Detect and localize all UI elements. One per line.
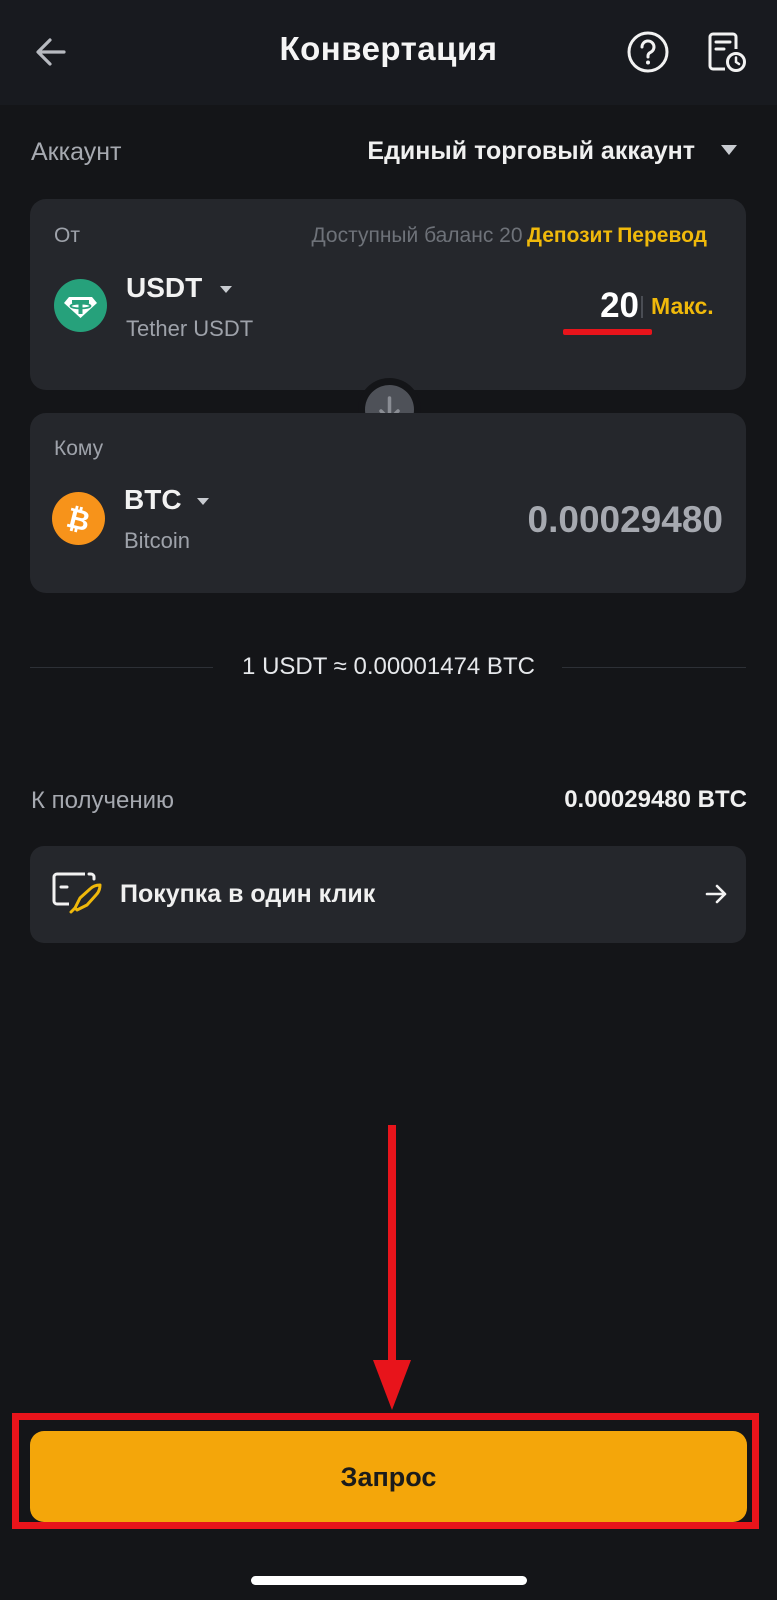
- transfer-link[interactable]: Перевод: [617, 224, 707, 247]
- account-selector[interactable]: Единый торговый аккаунт: [367, 137, 695, 166]
- history-icon[interactable]: [704, 30, 748, 74]
- from-coin-selector[interactable]: USDT: [126, 272, 202, 304]
- to-label: Кому: [54, 437, 104, 460]
- from-coin-dropdown-icon[interactable]: [220, 286, 232, 293]
- caret-down-icon[interactable]: [721, 145, 737, 155]
- to-amount: 0.00029480: [527, 499, 723, 540]
- home-indicator: [251, 1576, 527, 1585]
- exchange-rate: 1 USDT ≈ 0.00001474 BTC: [242, 653, 535, 680]
- amount-highlight-underline: [563, 329, 652, 335]
- from-balance-row: Доступный баланс 20 Депозит Перевод: [311, 224, 707, 248]
- account-label: Аккаунт: [31, 138, 122, 166]
- from-label: От: [54, 224, 80, 247]
- request-button-label: Запрос: [340, 1462, 437, 1492]
- one-click-buy-label: Покупка в один клик: [120, 880, 376, 908]
- annotation-arrow-head: [373, 1360, 411, 1410]
- receive-label: К получению: [31, 787, 174, 814]
- to-coin-symbol: BTC: [124, 484, 182, 515]
- from-coin-name: Tether USDT: [126, 316, 254, 341]
- annotation-arrow-shaft: [388, 1125, 396, 1363]
- from-coin-symbol: USDT: [126, 272, 203, 303]
- to-coin-name: Bitcoin: [124, 528, 191, 553]
- btc-coin-icon: ₿: [52, 492, 105, 545]
- available-balance: Доступный баланс 20: [311, 224, 523, 247]
- rocket-card-icon: [51, 870, 103, 919]
- to-coin-selector[interactable]: BTC: [124, 484, 182, 516]
- help-icon[interactable]: [626, 30, 670, 74]
- svg-text:₿: ₿: [63, 501, 93, 539]
- to-coin-dropdown-icon[interactable]: [197, 498, 209, 505]
- amount-divider: [641, 296, 643, 318]
- deposit-link[interactable]: Депозит: [527, 224, 613, 247]
- arrow-right-icon[interactable]: [704, 882, 728, 911]
- usdt-coin-icon: [54, 279, 107, 332]
- max-button[interactable]: Макс.: [651, 293, 714, 320]
- from-amount-input[interactable]: 20: [600, 286, 639, 326]
- receive-value: 0.00029480 BTC: [564, 786, 747, 813]
